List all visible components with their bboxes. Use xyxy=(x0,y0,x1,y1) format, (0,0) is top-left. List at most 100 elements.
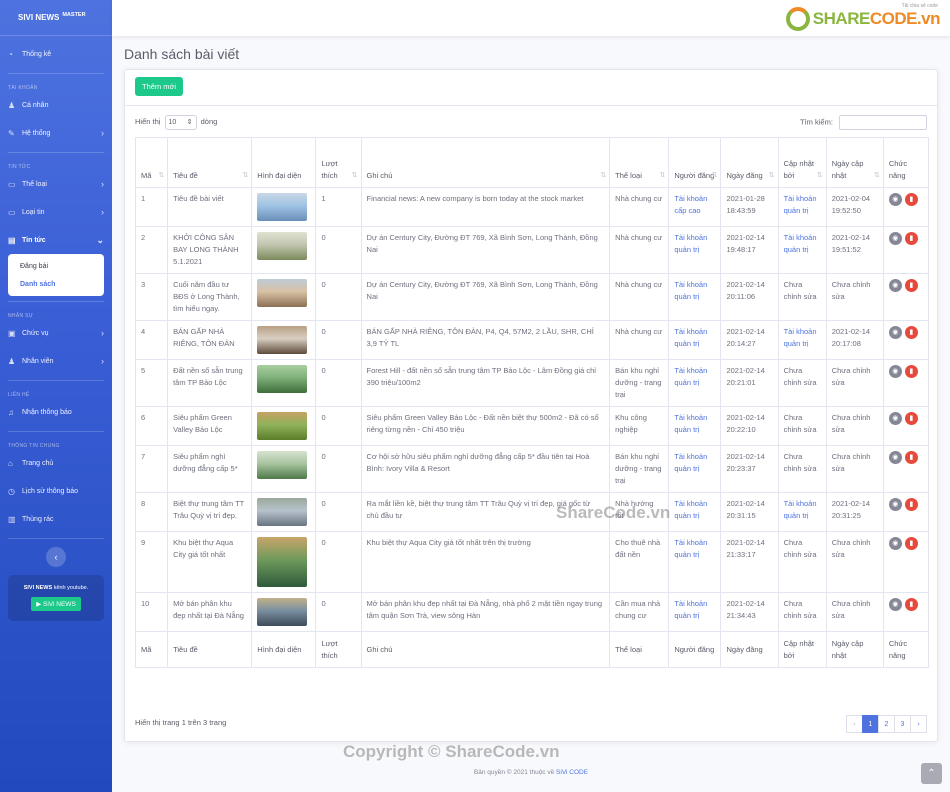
post-author[interactable]: Tài khoản quản trị xyxy=(674,538,707,559)
view-button[interactable]: ◉ xyxy=(888,232,902,245)
nav-dashboard[interactable]: ◔ Thống kê xyxy=(0,40,112,68)
delete-button[interactable]: ▮ xyxy=(904,232,918,245)
post-author[interactable]: Tài khoản quản trị xyxy=(674,499,707,520)
submenu-post[interactable]: Đăng bài xyxy=(8,257,104,275)
delete-button[interactable]: ▮ xyxy=(904,451,918,464)
view-button[interactable]: ◉ xyxy=(888,498,902,511)
column-header[interactable]: Cập nhật bởi ⇅ xyxy=(777,137,827,188)
post-updated-by[interactable]: Tài khoản quản trị xyxy=(784,499,817,520)
column-header[interactable]: Thể loại ⇅ xyxy=(609,137,670,188)
history-icon: ◷ xyxy=(8,486,15,496)
table-row[interactable]: 4 BÁN GẤP NHÀ RIÊNG, TÔN ĐẢN 0 BÁN GẤP NHÀ … xyxy=(134,320,930,360)
delete-button[interactable]: ▮ xyxy=(904,498,918,511)
view-button[interactable]: ◉ xyxy=(888,326,902,339)
post-title-cell: Siêu phẩm nghỉ dưỡng đẳng cấp 5* xyxy=(167,445,253,493)
post-thumbnail-image[interactable] xyxy=(257,498,308,526)
view-button[interactable]: ◉ xyxy=(888,365,902,378)
post-thumbnail-image[interactable] xyxy=(257,451,308,479)
nav-notify-history[interactable]: ◷ Lịch sử thông báo xyxy=(0,477,112,505)
delete-button[interactable]: ▮ xyxy=(904,365,918,378)
post-thumbnail-image[interactable] xyxy=(257,365,308,393)
search-input[interactable] xyxy=(839,114,927,130)
delete-button[interactable]: ▮ xyxy=(904,193,918,206)
post-thumbnail-image[interactable] xyxy=(257,412,308,440)
post-thumbnail-image[interactable] xyxy=(257,279,308,307)
view-button[interactable]: ◉ xyxy=(888,279,902,292)
column-header[interactable]: Ngày đăng ⇅ xyxy=(720,137,779,188)
post-author[interactable]: Tài khoản quản trị xyxy=(674,233,707,254)
nav-news-type[interactable]: ▭ Loại tin › xyxy=(0,198,112,226)
nav-system[interactable]: ✎ Hệ thống › xyxy=(0,119,112,147)
column-header[interactable]: Người đăng ⇅ xyxy=(668,137,722,188)
nav-notify-receive[interactable]: ♫ Nhận thông báo xyxy=(0,398,112,426)
column-header[interactable]: Mã ⇅ xyxy=(134,137,169,188)
sidebar-toggle-button[interactable]: ‹ xyxy=(46,547,66,567)
youtube-button[interactable]: ▶ SiVi NEWS xyxy=(31,597,81,611)
view-button[interactable]: ◉ xyxy=(888,193,902,206)
nav-position[interactable]: ▣ Chức vụ › xyxy=(0,319,112,347)
pagination-prev-button[interactable]: ‹ xyxy=(846,715,863,733)
post-thumbnail-cell xyxy=(251,531,317,593)
post-thumbnail-image[interactable] xyxy=(257,598,308,626)
view-button[interactable]: ◉ xyxy=(888,451,902,464)
delete-button[interactable]: ▮ xyxy=(904,326,918,339)
post-author[interactable]: Tài khoản quản trị xyxy=(674,280,707,301)
eye-icon: ◉ xyxy=(892,196,899,203)
delete-button[interactable]: ▮ xyxy=(904,279,918,292)
nav-category[interactable]: ▭ Thể loại › xyxy=(0,170,112,198)
delete-button[interactable]: ▮ xyxy=(904,412,918,425)
post-thumbnail-image[interactable] xyxy=(257,193,308,221)
nav-personal[interactable]: ♟ Cá nhân xyxy=(0,91,112,119)
view-button[interactable]: ◉ xyxy=(888,537,902,550)
pagination-next-button[interactable]: › xyxy=(910,715,927,733)
post-author[interactable]: Tài khoản quản trị xyxy=(674,599,707,620)
page-length-select[interactable]: 10 ⇕ xyxy=(164,114,197,130)
post-thumbnail-image[interactable] xyxy=(257,326,308,354)
column-header[interactable]: Tiêu đề ⇅ xyxy=(167,137,253,188)
table-row[interactable]: 10 Mở bán phân khu đẹp nhất tại Đà Nẵng 0 M… xyxy=(134,592,930,632)
post-author[interactable]: Tài khoản quản trị xyxy=(674,413,707,434)
post-updated-by[interactable]: Tài khoản quản trị xyxy=(784,194,817,215)
post-author[interactable]: Tài khoản cấp cao xyxy=(674,194,707,215)
nav-home[interactable]: ⌂ Trang chủ xyxy=(0,449,112,477)
post-thumbnail-image[interactable] xyxy=(257,232,308,260)
delete-button[interactable]: ▮ xyxy=(904,537,918,550)
scroll-top-button[interactable]: ⌃ xyxy=(921,763,942,784)
post-author[interactable]: Tài khoản quản trị xyxy=(674,452,707,473)
add-new-button[interactable]: Thêm mới xyxy=(135,77,184,96)
table-row[interactable]: 6 Siêu phẩm Green Valley Bảo Lộc 0 Siêu phẩ… xyxy=(134,406,930,446)
pagination-page-button[interactable]: 3 xyxy=(894,715,911,733)
table-row[interactable]: 2 KHỞI CÔNG SÂN BAY LONG THÀNH 5.1.2021 0 D… xyxy=(134,226,930,274)
view-button[interactable]: ◉ xyxy=(888,412,902,425)
column-header[interactable]: Lượt thích ⇅ xyxy=(315,137,362,188)
view-button[interactable]: ◉ xyxy=(888,598,902,611)
post-id: 8 xyxy=(141,499,146,508)
post-author[interactable]: Tài khoản quản trị xyxy=(674,327,707,348)
nav-staff[interactable]: ♟ Nhân viên › xyxy=(0,347,112,375)
table-row[interactable]: 3 Cuối năm đầu tư BĐS ở Long Thành, tìm h… xyxy=(134,273,930,321)
submenu-list[interactable]: Danh sách xyxy=(8,275,104,293)
column-header[interactable]: Ngày cập nhật ⇅ xyxy=(825,137,884,188)
row-actions: ◉ ▮ xyxy=(888,279,923,292)
post-author[interactable]: Tài khoản quản trị xyxy=(674,366,707,387)
table-row[interactable]: 8 Biệt thự trung tâm TT Trâu Quỳ vị trí đ… xyxy=(134,492,930,532)
table-row[interactable]: 7 Siêu phẩm nghỉ dưỡng đẳng cấp 5* 0 Cơ hội… xyxy=(134,445,930,493)
pagination-page-button[interactable]: 1 xyxy=(862,715,879,733)
footer-brand-link[interactable]: SiVi CODE xyxy=(556,769,588,776)
table-row[interactable]: 5 Đất nền sổ sẵn trung tâm TP Bảo Lộc 0 For… xyxy=(134,359,930,407)
delete-button[interactable]: ▮ xyxy=(904,598,918,611)
table-row[interactable]: 1 Tiêu đề bài viết 1 Financial news: A new … xyxy=(134,187,930,227)
post-updated-by[interactable]: Tài khoản quản trị xyxy=(784,327,817,348)
column-header[interactable]: Hình đại diện xyxy=(251,137,317,188)
column-header[interactable]: Chức năng xyxy=(882,137,930,188)
table-row[interactable]: 9 Khu biệt thự Aqua City giá tốt nhất 0 Khu… xyxy=(134,531,930,593)
post-updated-by[interactable]: Tài khoản quản trị xyxy=(784,233,817,254)
column-header[interactable]: Ghi chú ⇅ xyxy=(360,137,611,188)
nav-news[interactable]: ▤ Tin tức ⌄ xyxy=(0,226,112,254)
nav-trash[interactable]: ▥ Thùng rác xyxy=(0,505,112,533)
post-thumbnail-image[interactable] xyxy=(257,537,308,587)
brand[interactable]: SIVI NEWS MASTER xyxy=(0,0,112,36)
post-title-cell: KHỞI CÔNG SÂN BAY LONG THÀNH 5.1.2021 xyxy=(167,226,253,274)
pagination-page-button[interactable]: 2 xyxy=(878,715,895,733)
column-footer-label: Cập nhật bởi xyxy=(783,638,815,660)
